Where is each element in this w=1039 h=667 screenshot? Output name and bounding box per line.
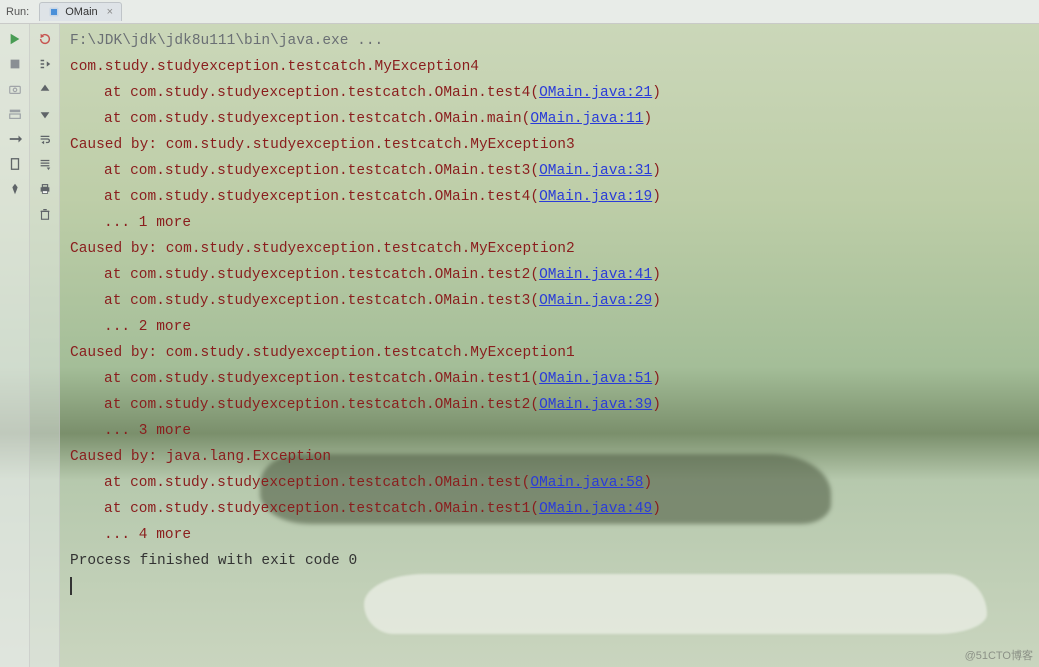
- run-tool-window-body: F:\JDK\jdk\jdk8u111\bin\java.exe ...com.…: [0, 24, 1039, 667]
- stack-frame-text: at com.study.studyexception.testcatch.OM…: [104, 267, 539, 283]
- up-icon[interactable]: [36, 80, 54, 98]
- console-cursor-line: [70, 574, 1031, 600]
- stack-frame-text: at com.study.studyexception.testcatch.OM…: [104, 189, 539, 205]
- close-icon[interactable]: ×: [107, 6, 113, 18]
- java-app-icon: [48, 6, 60, 18]
- watermark: @51CTO博客: [965, 647, 1033, 663]
- source-link[interactable]: OMain.java:39: [539, 397, 652, 413]
- stack-frame-text: ): [652, 189, 661, 205]
- source-link[interactable]: OMain.java:19: [539, 189, 652, 205]
- console-line: F:\JDK\jdk\jdk8u111\bin\java.exe ...: [70, 28, 1031, 54]
- console-line: at com.study.studyexception.testcatch.OM…: [70, 262, 1031, 288]
- layout-icon[interactable]: [6, 105, 24, 123]
- console-line: at com.study.studyexception.testcatch.OM…: [70, 470, 1031, 496]
- run-icon[interactable]: [6, 30, 24, 48]
- console-output[interactable]: F:\JDK\jdk\jdk8u111\bin\java.exe ...com.…: [60, 24, 1039, 667]
- run-tab-omain[interactable]: OMain ×: [39, 2, 122, 21]
- console-line: at com.study.studyexception.testcatch.OM…: [70, 366, 1031, 392]
- run-tool-window-header: Run: OMain ×: [0, 0, 1039, 24]
- stack-frame-text: ): [652, 267, 661, 283]
- stack-frame-text: ): [652, 293, 661, 309]
- stack-frame-text: at com.study.studyexception.testcatch.OM…: [104, 397, 539, 413]
- trash-icon[interactable]: [36, 205, 54, 223]
- left-gutter-secondary: [30, 24, 60, 667]
- source-link[interactable]: OMain.java:21: [539, 85, 652, 101]
- run-label: Run:: [6, 6, 29, 18]
- source-link[interactable]: OMain.java:41: [539, 267, 652, 283]
- pin-icon[interactable]: [6, 180, 24, 198]
- stack-frame-text: ): [652, 163, 661, 179]
- left-gutter-primary: [0, 24, 30, 667]
- console-line: at com.study.studyexception.testcatch.OM…: [70, 392, 1031, 418]
- stack-frame-text: at com.study.studyexception.testcatch.OM…: [104, 475, 530, 491]
- source-link[interactable]: OMain.java:29: [539, 293, 652, 309]
- stack-frame-text: at com.study.studyexception.testcatch.OM…: [104, 85, 539, 101]
- camera-icon[interactable]: [6, 80, 24, 98]
- stack-frame-text: ): [652, 371, 661, 387]
- mark-icon[interactable]: [6, 155, 24, 173]
- console-line: com.study.studyexception.testcatch.MyExc…: [70, 54, 1031, 80]
- console-line: at com.study.studyexception.testcatch.OM…: [70, 496, 1031, 522]
- stack-frame-text: ): [652, 501, 661, 517]
- console-line: Caused by: java.lang.Exception: [70, 444, 1031, 470]
- restart-icon[interactable]: [36, 30, 54, 48]
- console-line: ... 4 more: [70, 522, 1031, 548]
- stack-frame-text: at com.study.studyexception.testcatch.OM…: [104, 371, 539, 387]
- stack-frame-text: ): [652, 85, 661, 101]
- console-line: at com.study.studyexception.testcatch.OM…: [70, 288, 1031, 314]
- tab-label: OMain: [65, 6, 97, 18]
- console-line: Caused by: com.study.studyexception.test…: [70, 236, 1031, 262]
- stop-icon[interactable]: [6, 55, 24, 73]
- stack-frame-text: at com.study.studyexception.testcatch.OM…: [104, 111, 530, 127]
- stack-frame-text: ): [644, 475, 653, 491]
- console-line: Caused by: com.study.studyexception.test…: [70, 132, 1031, 158]
- console-line: at com.study.studyexception.testcatch.OM…: [70, 184, 1031, 210]
- console-line: Process finished with exit code 0: [70, 548, 1031, 574]
- stack-frame-text: ): [644, 111, 653, 127]
- source-link[interactable]: OMain.java:49: [539, 501, 652, 517]
- console-line: ... 2 more: [70, 314, 1031, 340]
- stack-frame-text: at com.study.studyexception.testcatch.OM…: [104, 163, 539, 179]
- print-icon[interactable]: [36, 180, 54, 198]
- force-icon[interactable]: [6, 130, 24, 148]
- soft-wrap-icon[interactable]: [36, 130, 54, 148]
- source-link[interactable]: OMain.java:58: [530, 475, 643, 491]
- stack-frame-text: at com.study.studyexception.testcatch.OM…: [104, 293, 539, 309]
- console-line: ... 3 more: [70, 418, 1031, 444]
- down-icon[interactable]: [36, 105, 54, 123]
- console-line: at com.study.studyexception.testcatch.OM…: [70, 106, 1031, 132]
- text-cursor: [70, 577, 72, 595]
- stack-frame-text: ): [652, 397, 661, 413]
- source-link[interactable]: OMain.java:51: [539, 371, 652, 387]
- stack-frame-text: at com.study.studyexception.testcatch.OM…: [104, 501, 539, 517]
- console-line: Caused by: com.study.studyexception.test…: [70, 340, 1031, 366]
- console-line: at com.study.studyexception.testcatch.OM…: [70, 158, 1031, 184]
- source-link[interactable]: OMain.java:11: [530, 111, 643, 127]
- scroll-end-icon[interactable]: [36, 155, 54, 173]
- console-line: at com.study.studyexception.testcatch.OM…: [70, 80, 1031, 106]
- console-line: ... 1 more: [70, 210, 1031, 236]
- source-link[interactable]: OMain.java:31: [539, 163, 652, 179]
- steps-icon[interactable]: [36, 55, 54, 73]
